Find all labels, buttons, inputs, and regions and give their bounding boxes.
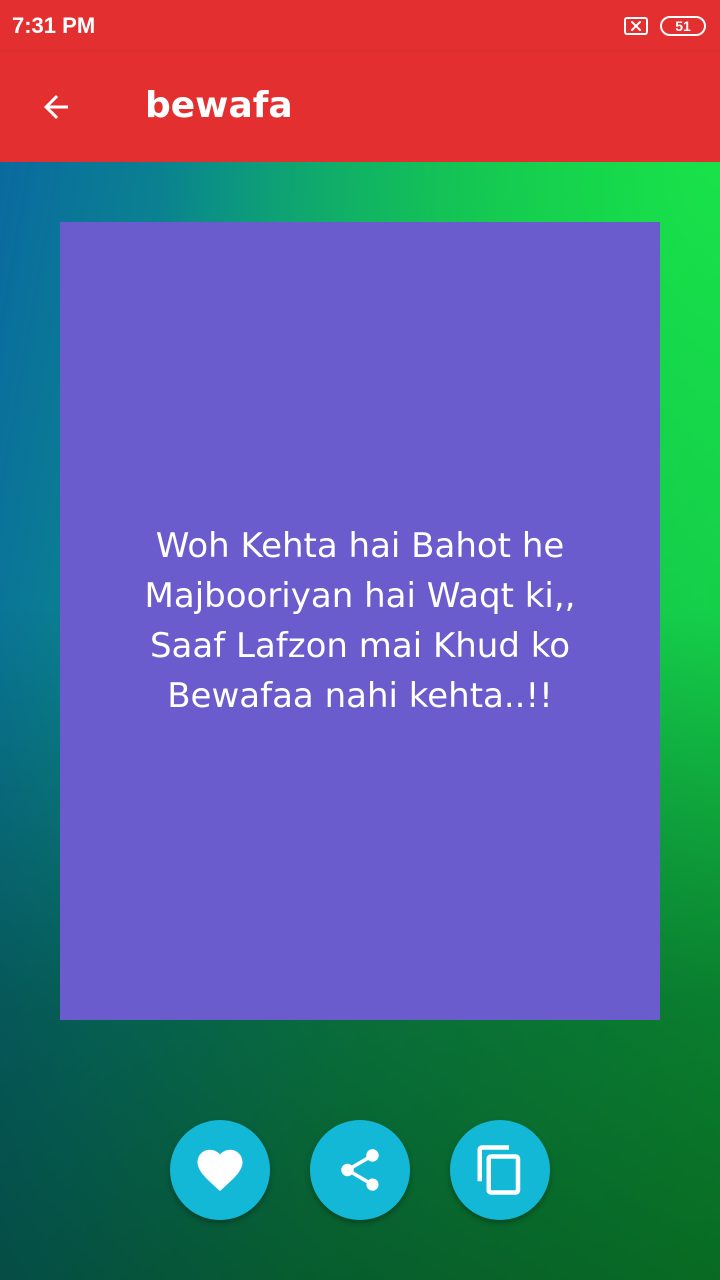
page-title: bewafa: [145, 85, 293, 126]
status-bar: 7:31 PM 51: [0, 0, 720, 52]
status-icons: 51: [624, 14, 706, 38]
back-button[interactable]: [24, 75, 88, 139]
quote-card: Woh Kehta hai Bahot he Majbooriyan hai W…: [60, 222, 660, 1020]
status-time: 7:31 PM: [12, 13, 96, 38]
battery-level: 51: [675, 18, 691, 34]
copy-button[interactable]: [450, 1120, 550, 1220]
heart-icon: [197, 1149, 243, 1192]
action-bar: [0, 1120, 720, 1220]
arrow-back-icon: [44, 95, 68, 119]
share-button[interactable]: [310, 1120, 410, 1220]
favorite-button[interactable]: [170, 1120, 270, 1220]
share-icon: [341, 1149, 379, 1191]
app-bar: bewafa: [0, 52, 720, 162]
copy-icon: [477, 1145, 521, 1195]
sim-off-icon: [624, 17, 648, 35]
quote-text: Woh Kehta hai Bahot he Majbooriyan hai W…: [144, 526, 576, 716]
battery-icon: 51: [660, 16, 706, 36]
